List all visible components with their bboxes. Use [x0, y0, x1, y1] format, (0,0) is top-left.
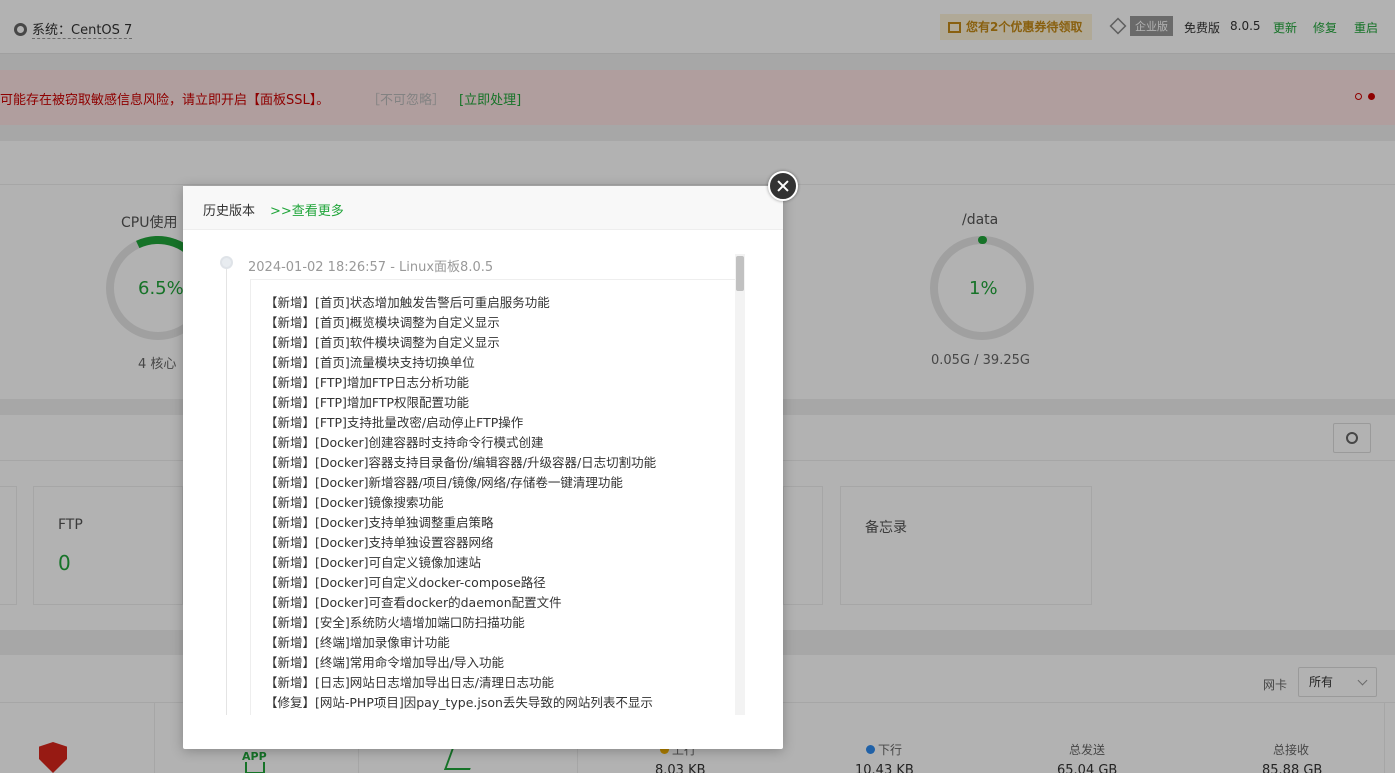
- changelog-item: 【新增】[Docker]支持单独设置容器网络: [265, 535, 494, 550]
- changelog-box: 【新增】[首页]状态增加触发告警后可重启服务功能 【新增】[首页]概览模块调整为自…: [250, 279, 740, 715]
- release-header: 2024-01-02 18:26:57 - Linux面板8.0.5: [248, 260, 494, 275]
- timeline-dot: [220, 256, 233, 269]
- changelog-item: 【新增】[Docker]新增容器/项目/镜像/网络/存储卷一键清理功能: [265, 475, 623, 490]
- dialog-title: 历史版本: [203, 204, 256, 219]
- changelog-item: 【新增】[首页]流量模块支持切换单位: [265, 355, 475, 370]
- changelog-item: 【新增】[Docker]可自定义docker-compose路径: [265, 575, 546, 590]
- view-more-link[interactable]: >>查看更多: [270, 200, 344, 219]
- changelog-item: 【修复】[网站-PHP项目]因pay_type.json丢失导致的网站列表不显示: [265, 695, 653, 710]
- timeline-line: [226, 264, 227, 715]
- changelog-item: 【新增】[Docker]可查看docker的daemon配置文件: [265, 595, 562, 610]
- version-history-dialog: 历史版本 >>查看更多 2024-01-02 18:26:57 - Linux面…: [183, 186, 783, 749]
- changelog-item: 【新增】[FTP]增加FTP日志分析功能: [265, 375, 470, 390]
- dialog-body[interactable]: 2024-01-02 18:26:57 - Linux面板8.0.5 【新增】[…: [183, 230, 783, 715]
- changelog-item: 【新增】[FTP]支持批量改密/启动停止FTP操作: [265, 415, 524, 430]
- changelog-item: 【新增】[安全]系统防火墙增加端口防扫描功能: [265, 615, 525, 630]
- changelog-item: 【新增】[Docker]镜像搜索功能: [265, 495, 444, 510]
- changelog-item: 【新增】[日志]网站日志增加导出日志/清理日志功能: [265, 675, 554, 690]
- changelog-item: 【新增】[Docker]创建容器时支持命令行模式创建: [265, 435, 544, 450]
- dialog-header: 历史版本 >>查看更多: [183, 186, 783, 230]
- changelog-scrollbar[interactable]: [735, 254, 745, 715]
- changelog-item: 【新增】[终端]增加录像审计功能: [265, 635, 450, 650]
- changelog-item: 【新增】[Docker]容器支持目录备份/编辑容器/升级容器/日志切割功能: [265, 455, 657, 470]
- changelog-item: 【新增】[Docker]可自定义镜像加速站: [265, 555, 482, 570]
- changelog-item: 【新增】[终端]常用命令增加导出/导入功能: [265, 655, 504, 670]
- close-icon[interactable]: [768, 171, 798, 201]
- changelog-item: 【新增】[首页]软件模块调整为自定义显示: [265, 335, 500, 350]
- changelog-item: 【新增】[首页]状态增加触发告警后可重启服务功能: [265, 295, 550, 310]
- changelog-item: 【新增】[首页]概览模块调整为自定义显示: [265, 315, 500, 330]
- changelog-item: 【新增】[Docker]支持单独调整重启策略: [265, 515, 494, 530]
- changelog-item: 【新增】[FTP]增加FTP权限配置功能: [265, 395, 470, 410]
- scrollbar-thumb[interactable]: [736, 256, 744, 291]
- changelog-list: 【新增】[首页]状态增加触发告警后可重启服务功能 【新增】[首页]概览模块调整为自…: [265, 293, 739, 713]
